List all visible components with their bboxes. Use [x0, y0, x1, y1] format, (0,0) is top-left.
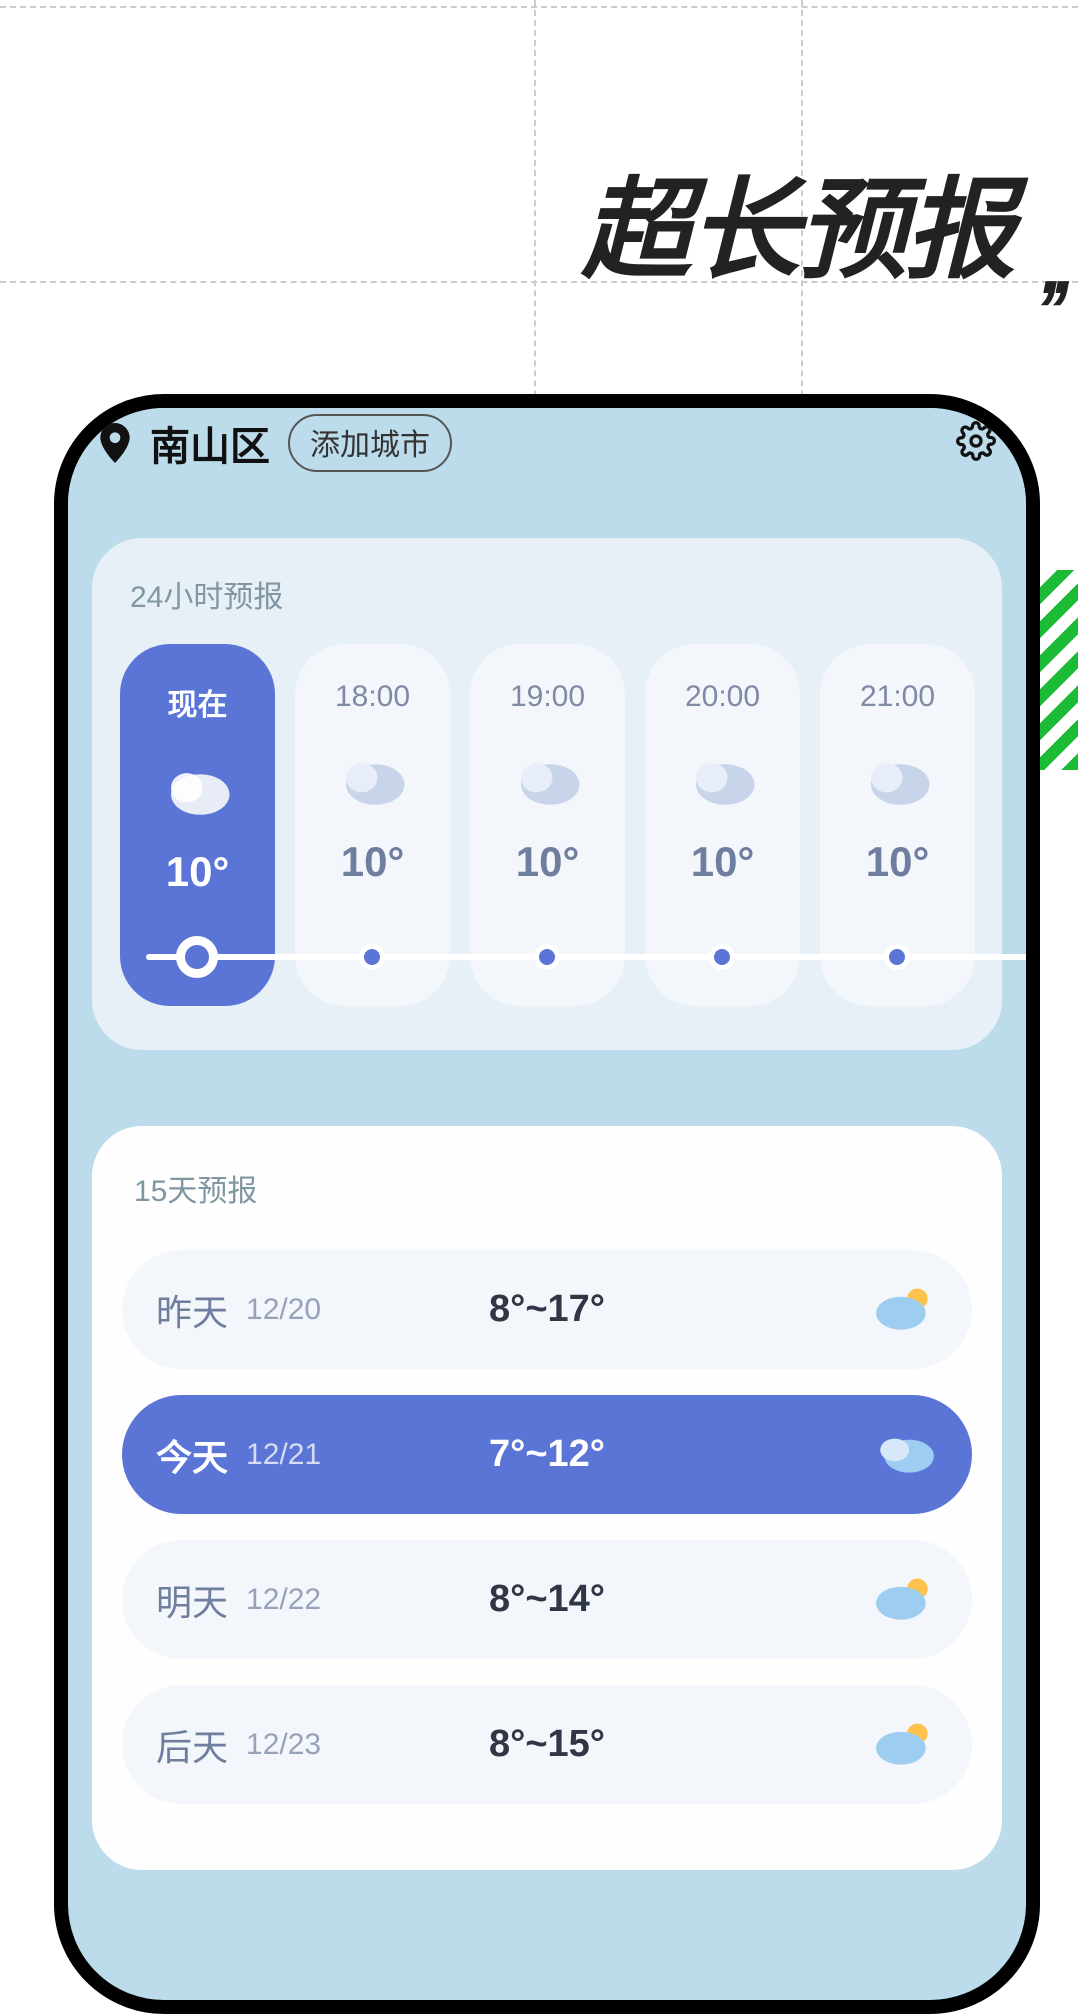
- hourly-title: 24小时预报: [130, 572, 974, 616]
- day-temp-range: 8°~15°: [489, 1723, 605, 1766]
- partly-cloudy-icon: [872, 1570, 938, 1629]
- headline-quote-icon: ,,: [1042, 242, 1066, 290]
- top-bar: 南山区 添加城市: [68, 408, 1026, 488]
- location-pin-icon: [98, 423, 132, 463]
- timeline-tick: [709, 944, 735, 970]
- day-name: 后天: [156, 1719, 228, 1771]
- settings-gear-icon[interactable]: [956, 421, 996, 466]
- hour-label: 21:00: [820, 680, 975, 714]
- day-temp-range: 8°~17°: [489, 1288, 605, 1331]
- hour-label: 20:00: [645, 680, 800, 714]
- daily-row-yesterday[interactable]: 昨天 12/20 8°~17°: [122, 1250, 972, 1369]
- daily-forecast-card: 15天预报 昨天 12/20 8°~17° 今天 12/21 7°~12° 明天: [92, 1126, 1002, 1870]
- hour-temp: 10°: [820, 838, 975, 886]
- hourly-item[interactable]: 19:00 10°: [470, 644, 625, 1006]
- hourly-item[interactable]: 21:00 10°: [820, 644, 975, 1006]
- hourly-forecast-card: 24小时预报 现在 10° 18:00 10° 19:00: [92, 538, 1002, 1050]
- hour-temp: 10°: [470, 838, 625, 886]
- grid-guide: [0, 6, 1078, 8]
- location-name[interactable]: 南山区: [150, 414, 270, 472]
- timeline-tick: [176, 936, 218, 978]
- add-city-button[interactable]: 添加城市: [288, 414, 452, 472]
- daily-row-today[interactable]: 今天 12/21 7°~12°: [122, 1395, 972, 1514]
- hourly-scroll[interactable]: 现在 10° 18:00 10° 19:00 10°: [120, 644, 974, 1006]
- daily-row-tomorrow[interactable]: 明天 12/22 8°~14°: [122, 1540, 972, 1659]
- phone-frame: 南山区 添加城市 24小时预报 现在 10° 18:00 10: [54, 394, 1040, 2014]
- day-temp-range: 7°~12°: [489, 1433, 605, 1476]
- day-name: 明天: [156, 1574, 228, 1626]
- day-name: 今天: [156, 1429, 228, 1481]
- day-temp-range: 8°~14°: [489, 1578, 605, 1621]
- day-date: 12/22: [246, 1583, 321, 1617]
- cloudy-icon: [862, 750, 934, 810]
- partly-cloudy-icon: [872, 1715, 938, 1774]
- daily-title: 15天预报: [134, 1166, 972, 1210]
- day-date: 12/23: [246, 1728, 321, 1762]
- cloudy-icon: [337, 750, 409, 810]
- timeline-tick: [884, 944, 910, 970]
- hour-temp: 10°: [120, 848, 275, 896]
- hour-label: 19:00: [470, 680, 625, 714]
- hourly-item-now[interactable]: 现在 10°: [120, 644, 275, 1006]
- hour-label: 18:00: [295, 680, 450, 714]
- day-name: 昨天: [156, 1284, 228, 1336]
- timeline-tick: [359, 944, 385, 970]
- cloudy-icon: [512, 750, 584, 810]
- cloudy-icon: [872, 1425, 938, 1484]
- hourly-item[interactable]: 18:00 10°: [295, 644, 450, 1006]
- cloudy-icon: [162, 760, 234, 820]
- day-date: 12/21: [246, 1438, 321, 1472]
- daily-row-day-after[interactable]: 后天 12/23 8°~15°: [122, 1685, 972, 1804]
- partly-cloudy-icon: [872, 1280, 938, 1339]
- marketing-headline: 超长预报 ,,: [582, 140, 1066, 300]
- day-date: 12/20: [246, 1293, 321, 1327]
- hour-label: 现在: [120, 680, 275, 724]
- hourly-item[interactable]: 20:00 10°: [645, 644, 800, 1006]
- timeline-tick: [534, 944, 560, 970]
- hour-temp: 10°: [645, 838, 800, 886]
- hour-temp: 10°: [295, 838, 450, 886]
- cloudy-icon: [687, 750, 759, 810]
- headline-text: 超长预报: [582, 140, 1014, 300]
